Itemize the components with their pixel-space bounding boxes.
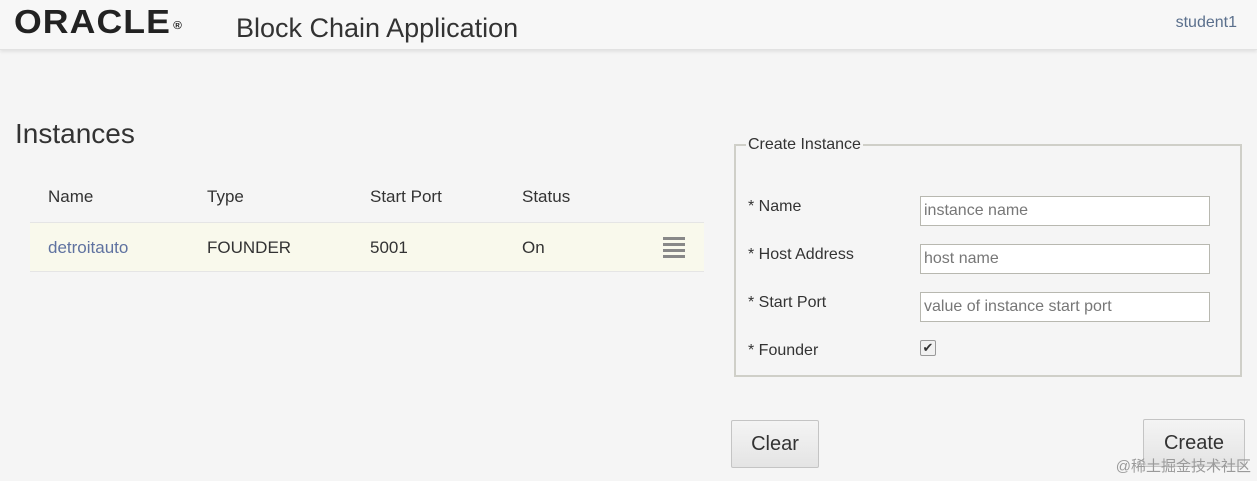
start-port-input[interactable]	[920, 292, 1210, 322]
instance-name-link[interactable]: detroitauto	[48, 238, 128, 258]
instance-name-input[interactable]	[920, 196, 1210, 226]
table-row[interactable]: detroitauto FOUNDER 5001 On	[30, 222, 704, 272]
host-address-label: * Host Address	[748, 246, 854, 263]
app-title: Block Chain Application	[236, 13, 519, 43]
create-instance-form: Create Instance * Name * Host Address * …	[734, 136, 1242, 377]
oracle-logo: ORACLE ®	[14, 3, 183, 40]
instances-title: Instances	[15, 118, 135, 149]
app-header: ORACLE ® Block Chain Application student1	[0, 0, 1257, 50]
user-menu-link[interactable]: student1	[1176, 14, 1237, 32]
watermark: @稀土掘金技术社区	[1115, 458, 1251, 475]
column-header-name: Name	[48, 187, 94, 206]
founder-label: * Founder	[748, 342, 819, 359]
founder-checkbox[interactable]: ✔	[920, 340, 936, 356]
create-instance-legend: Create Instance	[748, 136, 861, 153]
clear-button[interactable]: Clear	[731, 420, 819, 468]
column-header-type: Type	[207, 187, 244, 206]
start-port-label: * Start Port	[748, 294, 827, 311]
table-header: Name Type Start Port Status	[30, 170, 704, 222]
host-address-input[interactable]	[920, 244, 1210, 274]
column-header-status: Status	[522, 187, 571, 206]
instance-start-port: 5001	[370, 238, 408, 257]
hamburger-menu-icon[interactable]	[663, 237, 685, 258]
column-header-start-port: Start Port	[370, 187, 442, 206]
instance-status: On	[522, 238, 545, 257]
name-label: * Name	[748, 198, 802, 215]
instance-type: FOUNDER	[207, 238, 292, 257]
instances-table: Name Type Start Port Status detroitauto …	[30, 170, 704, 272]
